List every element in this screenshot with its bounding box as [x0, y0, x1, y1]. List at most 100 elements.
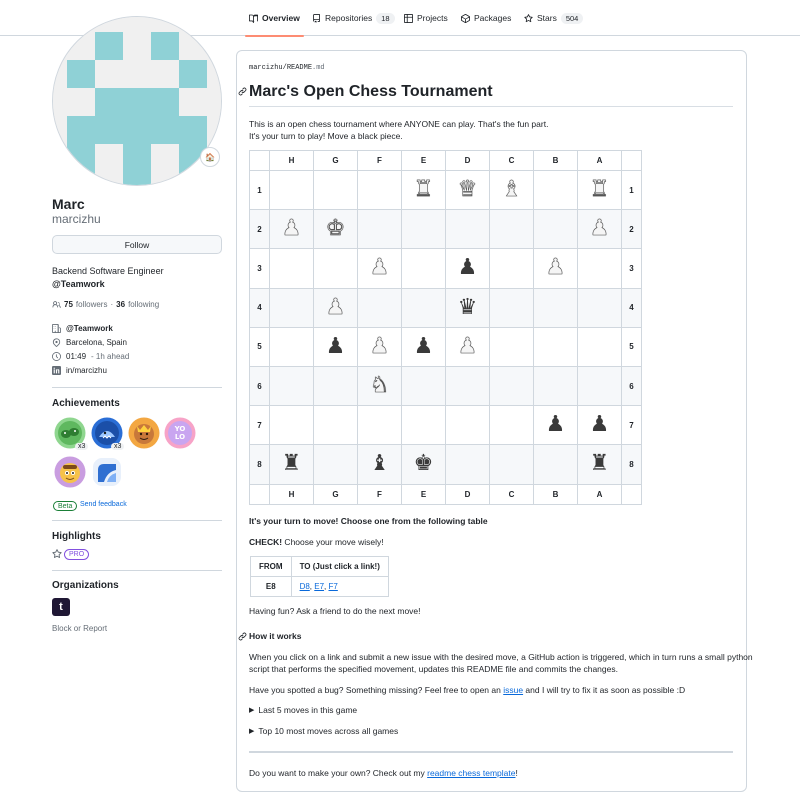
- rank-label: 5: [249, 326, 270, 367]
- followers-count[interactable]: 75: [64, 300, 73, 309]
- board-square: ♟: [577, 209, 622, 250]
- black-pawn-icon: ♟: [589, 412, 610, 438]
- board-square: [401, 287, 446, 328]
- details-top-moves[interactable]: ▶ Top 10 most moves across all games: [249, 726, 398, 736]
- linkedin-link[interactable]: in/marcizhu: [66, 366, 107, 375]
- organization-avatar[interactable]: t: [52, 598, 70, 616]
- board-rank-row: 5 ♟ ♟ ♟ ♟ 5: [249, 326, 642, 367]
- file-label: A: [577, 150, 622, 171]
- vcard-company: @Teamwork: [52, 324, 113, 333]
- bug-text: Have you spotted a bug? Something missin…: [249, 684, 685, 696]
- divider: [249, 751, 733, 753]
- col-from: FROM: [250, 556, 292, 577]
- board-square: ♟: [445, 248, 490, 289]
- white-pawn-icon: ♟: [589, 216, 610, 242]
- star-icon: [524, 13, 533, 22]
- send-feedback-link[interactable]: Send feedback: [80, 501, 127, 508]
- tab-projects[interactable]: Projects: [404, 0, 448, 36]
- black-king-icon: ♚: [413, 451, 434, 477]
- how-text: When you click on a link and submit a ne…: [249, 652, 753, 662]
- following-label[interactable]: following: [128, 300, 159, 309]
- company-link[interactable]: @Teamwork: [66, 324, 113, 333]
- follow-button[interactable]: Follow: [52, 235, 222, 254]
- repo-icon: [313, 13, 320, 23]
- block-or-report-link[interactable]: Block or Report: [52, 624, 107, 633]
- tab-stars[interactable]: Stars 504: [524, 0, 584, 36]
- rank-label: 2: [249, 209, 270, 250]
- followers-label[interactable]: followers: [76, 300, 108, 309]
- details-label: Last 5 moves in this game: [258, 705, 358, 715]
- bio-mention[interactable]: @Teamwork: [52, 278, 164, 291]
- file-label: C: [489, 483, 534, 505]
- board-square: [489, 405, 534, 446]
- identicon-image: [53, 17, 221, 185]
- rank-label: 8: [249, 444, 270, 485]
- issue-link[interactable]: issue: [503, 685, 523, 695]
- organization-icon: [52, 324, 61, 333]
- board-square: [401, 405, 446, 446]
- board-rank-row: 3 ♟ ♟ ♟ 3: [249, 248, 642, 289]
- intro-line: This is an open chess tournament where A…: [249, 119, 549, 129]
- board-rank-row: 6 ♞ 6: [249, 365, 642, 407]
- tab-packages[interactable]: Packages: [461, 0, 511, 36]
- divider: [52, 387, 222, 388]
- table-icon: [404, 13, 413, 23]
- link-icon[interactable]: [238, 632, 247, 641]
- file-label: G: [313, 483, 358, 505]
- board-square: [445, 444, 490, 485]
- board-square: [401, 365, 446, 407]
- black-pawn-icon: ♟: [413, 333, 434, 359]
- tab-repositories[interactable]: Repositories 18: [312, 0, 395, 36]
- readme-path: marcizhu/README.md: [249, 64, 325, 72]
- board-square: ♟: [357, 326, 402, 367]
- white-pawn-icon: ♟: [369, 333, 390, 359]
- move-link[interactable]: D8: [300, 582, 310, 591]
- move-link[interactable]: F7: [329, 582, 338, 591]
- board-square: [401, 209, 446, 250]
- how-text: script that performs the specified movem…: [249, 664, 618, 674]
- tab-label: Packages: [474, 13, 512, 23]
- details-last-moves[interactable]: ▶ Last 5 moves in this game: [249, 705, 357, 715]
- tab-label: Repositories: [325, 13, 373, 23]
- tab-overview[interactable]: Overview: [245, 0, 304, 37]
- board-file-header: HGFEDCBA: [249, 150, 642, 171]
- board-square: ♟: [533, 405, 578, 446]
- starstruck-icon: [128, 417, 160, 449]
- file-label: D: [445, 483, 490, 505]
- white-king-icon: ♚: [325, 216, 346, 242]
- board-rank-row: 1 ♜ ♛ ♝ ♜ 1: [249, 169, 642, 211]
- path-user-link[interactable]: marcizhu: [249, 64, 283, 72]
- link-icon[interactable]: [238, 87, 247, 96]
- avatar[interactable]: [52, 16, 222, 186]
- rank-label: 3: [621, 248, 642, 289]
- bug-text-post: and I will try to fix it as soon as poss…: [523, 685, 686, 695]
- board-square: ♟: [533, 248, 578, 289]
- board-square: ♟: [269, 209, 314, 250]
- people-icon: [52, 301, 61, 308]
- location-text: Barcelona, Spain: [66, 338, 127, 347]
- template-link[interactable]: readme chess template: [427, 768, 515, 778]
- white-pawn-icon: ♟: [545, 255, 566, 281]
- status-emoji[interactable]: 🏠: [200, 147, 220, 167]
- rank-label: 4: [249, 287, 270, 328]
- caret-right-icon: ▶: [249, 707, 255, 714]
- board-corner: [621, 483, 642, 505]
- achievements-title[interactable]: Achievements: [52, 398, 120, 409]
- board-square: [489, 287, 534, 328]
- turn-heading: It's your turn to move! Choose one from …: [249, 516, 488, 526]
- vcard-localtime: 01:49 - 1h ahead: [52, 352, 129, 361]
- move-link[interactable]: E7: [314, 582, 324, 591]
- board-square: ♝: [489, 169, 534, 211]
- divider: [52, 570, 222, 571]
- board-square: ♟: [445, 326, 490, 367]
- rank-label: 2: [621, 209, 642, 250]
- board-square: [577, 365, 622, 407]
- rank-label: 6: [621, 365, 642, 407]
- path-file-link[interactable]: README: [287, 64, 312, 72]
- black-pawn-icon: ♟: [457, 255, 478, 281]
- table-header: FROM TO (Just click a link!): [250, 556, 389, 577]
- white-bishop-icon: ♝: [501, 177, 522, 203]
- own-text-pre: Do you want to make your own? Check out …: [249, 768, 428, 778]
- following-count[interactable]: 36: [116, 300, 125, 309]
- file-label: D: [445, 150, 490, 171]
